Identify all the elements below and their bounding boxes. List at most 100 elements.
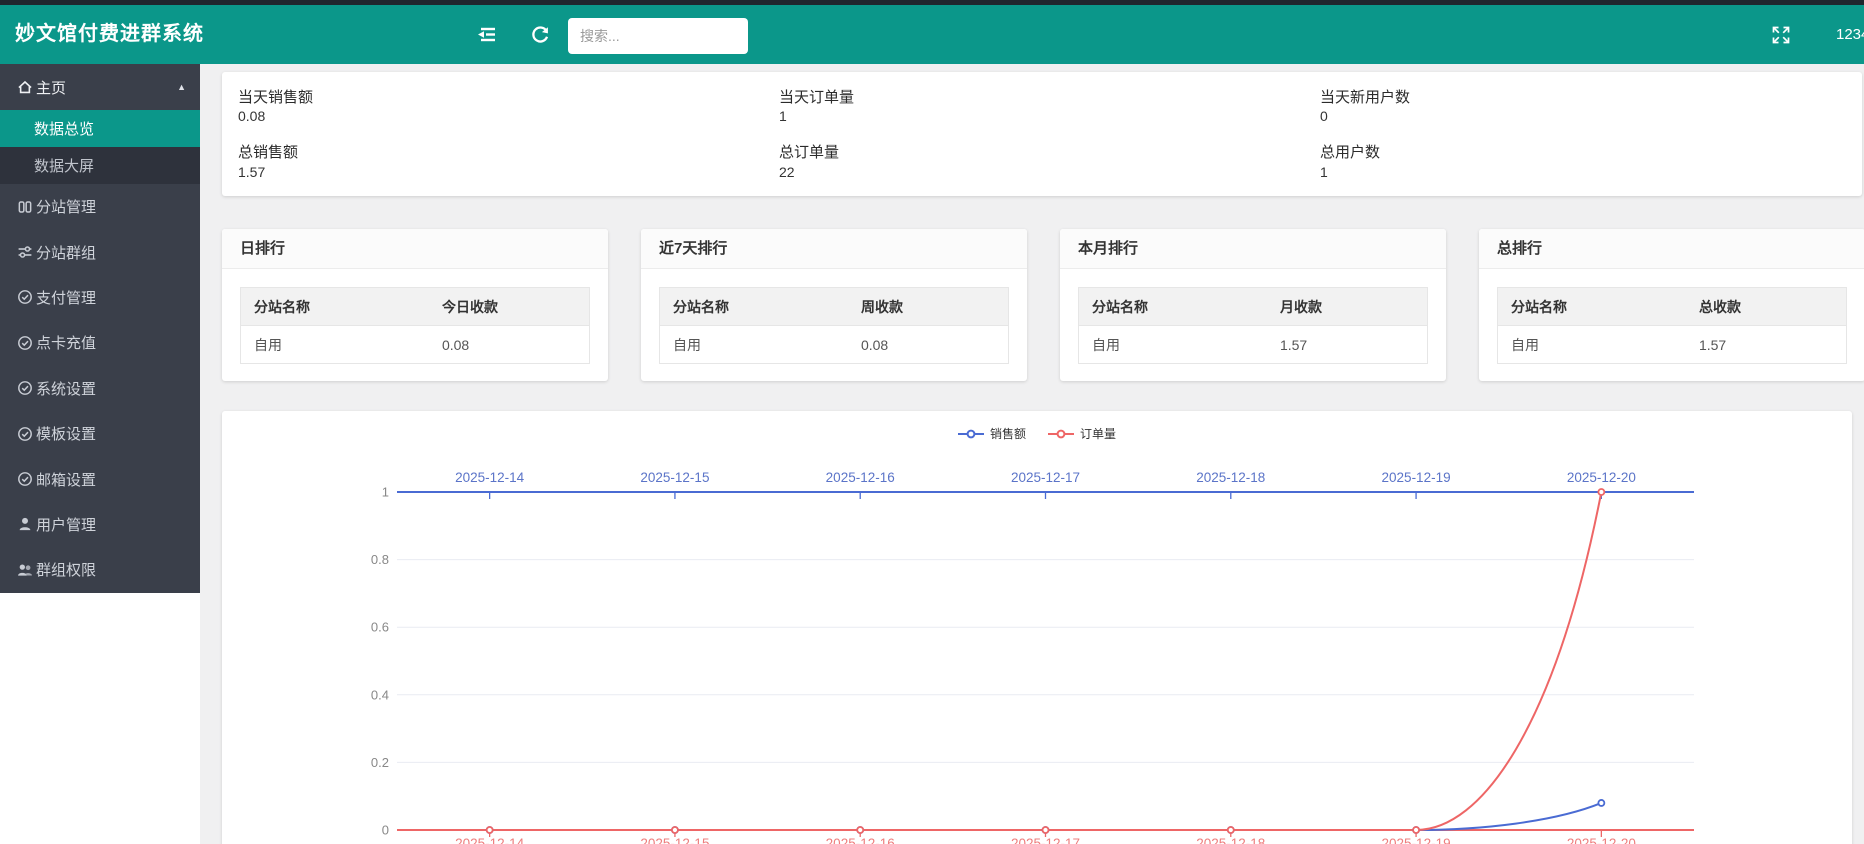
sidebar-item-点卡充值[interactable]: 点卡充值: [0, 320, 200, 365]
table-row: 自用1.57: [1498, 326, 1847, 364]
table-header-row: 分站名称总收款: [1498, 288, 1847, 326]
ranking-card-日排行: 日排行分站名称今日收款自用0.08: [222, 229, 608, 381]
stat-label: 总销售额: [238, 141, 298, 162]
svg-text:0.2: 0.2: [371, 755, 389, 770]
sidebar-item-label: 用户管理: [36, 514, 96, 535]
stat-column: 当天销售额0.08 总销售额 1.57: [238, 72, 718, 196]
user-icon: [17, 516, 33, 532]
sidebar-item-分站群组[interactable]: 分站群组: [0, 229, 200, 274]
amount-cell: 1.57: [1686, 326, 1847, 364]
legend-label: 销售额: [990, 425, 1026, 442]
dashboard-page: 妙文馆付费进群系统: [0, 0, 1864, 844]
site-name-cell: 自用: [660, 326, 848, 364]
users-icon: [17, 562, 33, 578]
search-box: [568, 18, 748, 54]
search-input[interactable]: [568, 18, 748, 54]
svg-text:2025-12-15: 2025-12-15: [640, 470, 709, 485]
sidebar-item-用户管理[interactable]: 用户管理: [0, 502, 200, 547]
col-header-site: 分站名称: [660, 288, 848, 326]
chart-card: 销售额 订单量 00.20.40.60.812025-12-142025-12-1…: [222, 411, 1852, 844]
header-bar: 妙文馆付费进群系统: [0, 5, 1864, 64]
legend-line-marker-icon: [958, 429, 984, 439]
svg-text:0: 0: [382, 823, 389, 838]
collapse-sidebar-icon[interactable]: [477, 5, 496, 64]
svg-text:2025-12-16: 2025-12-16: [826, 470, 895, 485]
col-header-amount: 今日收款: [429, 288, 590, 326]
check-circle-icon: [17, 335, 33, 351]
ranking-card-body: 分站名称月收款自用1.57: [1060, 269, 1446, 364]
sidebar-item-label: 模板设置: [36, 423, 96, 444]
svg-text:2025-12-20: 2025-12-20: [1567, 470, 1636, 485]
ranking-card-title: 本月排行: [1060, 229, 1446, 269]
ranking-table: 分站名称月收款自用1.57: [1078, 287, 1428, 364]
table-header-row: 分站名称今日收款: [241, 288, 590, 326]
sidebar-item-分站管理[interactable]: 分站管理: [0, 184, 200, 229]
check-circle-icon: [17, 471, 33, 487]
table-row: 自用0.08: [241, 326, 590, 364]
chevron-up-icon: ▲: [177, 82, 186, 92]
legend-label: 订单量: [1080, 425, 1116, 442]
check-circle-icon: [17, 289, 33, 305]
sidebar-subitem-数据总览[interactable]: 数据总览: [0, 110, 200, 147]
stat-value: 1: [1320, 164, 1328, 180]
site-name-cell: 自用: [1079, 326, 1267, 364]
sales-orders-line-chart: 00.20.40.60.812025-12-142025-12-152025-1…: [222, 411, 1852, 844]
col-header-amount: 周收款: [848, 288, 1009, 326]
col-header-site: 分站名称: [1498, 288, 1686, 326]
fullscreen-icon[interactable]: [1772, 5, 1790, 64]
ranking-card-body: 分站名称周收款自用0.08: [641, 269, 1027, 364]
legend-item-销售额[interactable]: 销售额: [958, 425, 1026, 442]
col-header-amount: 总收款: [1686, 288, 1847, 326]
content-area: 当天销售额0.08 总销售额 1.57 当天订单量1总订单量22 当天新用户数0总用户数…: [200, 64, 1864, 844]
ranking-table: 分站名称今日收款自用0.08: [240, 287, 590, 364]
table-header-row: 分站名称月收款: [1079, 288, 1428, 326]
sidebar-item-label: 分站管理: [36, 196, 96, 217]
sidebar-subitem-数据大屏[interactable]: 数据大屏: [0, 147, 200, 184]
sidebar-item-支付管理[interactable]: 支付管理: [0, 275, 200, 320]
sidebar-item-label: 支付管理: [36, 287, 96, 308]
sidebar-item-系统设置[interactable]: 系统设置: [0, 366, 200, 411]
svg-text:2025-12-19: 2025-12-19: [1382, 470, 1451, 485]
sidebar-item-模板设置[interactable]: 模板设置: [0, 411, 200, 456]
col-header-site: 分站名称: [241, 288, 429, 326]
site-name-cell: 自用: [241, 326, 429, 364]
svg-text:2025-12-19: 2025-12-19: [1382, 836, 1451, 844]
sidebar-item-群组权限[interactable]: 群组权限: [0, 547, 200, 592]
refresh-icon[interactable]: [531, 5, 549, 64]
svg-text:2025-12-14: 2025-12-14: [455, 470, 525, 485]
svg-text:2025-12-18: 2025-12-18: [1196, 836, 1265, 844]
legend-item-订单量[interactable]: 订单量: [1048, 425, 1116, 442]
ranking-card-title: 日排行: [222, 229, 608, 269]
stats-card: 当天销售额0.08 总销售额 1.57 当天订单量1总订单量22 当天新用户数0总用户数…: [222, 72, 1862, 196]
stat-value: 0: [1320, 108, 1328, 124]
stat-value: 0.08: [238, 108, 265, 124]
svg-text:2025-12-17: 2025-12-17: [1011, 470, 1080, 485]
site-name-cell: 自用: [1498, 326, 1686, 364]
app-title: 妙文馆付费进群系统: [15, 5, 204, 64]
ranking-card-body: 分站名称总收款自用1.57: [1479, 269, 1864, 364]
stat-label: 当天销售额: [238, 86, 313, 107]
ranking-card-body: 分站名称今日收款自用0.08: [222, 269, 608, 364]
table-row: 自用0.08: [660, 326, 1009, 364]
stat-column: 当天订单量1总订单量22: [779, 72, 1259, 196]
sidebar-item-label: 系统设置: [36, 378, 96, 399]
stat-value: 22: [779, 164, 795, 180]
stat-column: 当天新用户数0总用户数1: [1320, 72, 1800, 196]
stat-value: 1.57: [238, 164, 265, 180]
sidebar-item-label: 分站群组: [36, 242, 96, 263]
svg-text:2025-12-17: 2025-12-17: [1011, 836, 1080, 844]
sidebar-item-邮箱设置[interactable]: 邮箱设置: [0, 456, 200, 501]
ranking-table: 分站名称总收款自用1.57: [1497, 287, 1847, 364]
legend-line-marker-icon: [1048, 429, 1074, 439]
sidebar-item-主页[interactable]: 主页▲: [0, 64, 200, 110]
svg-text:2025-12-16: 2025-12-16: [826, 836, 895, 844]
stat-label: 当天订单量: [779, 86, 854, 107]
header-user-text[interactable]: 12345: [1836, 5, 1864, 64]
col-header-amount: 月收款: [1267, 288, 1428, 326]
sidebar-subitem-label: 数据大屏: [34, 155, 94, 176]
svg-text:1: 1: [382, 485, 389, 500]
ranking-card-总排行: 总排行分站名称总收款自用1.57: [1479, 229, 1864, 381]
table-row: 自用1.57: [1079, 326, 1428, 364]
sidebar-nav: 主页▲数据总览数据大屏分站管理分站群组支付管理点卡充值系统设置模板设置邮箱设置用…: [0, 64, 200, 593]
ranking-card-本月排行: 本月排行分站名称月收款自用1.57: [1060, 229, 1446, 381]
